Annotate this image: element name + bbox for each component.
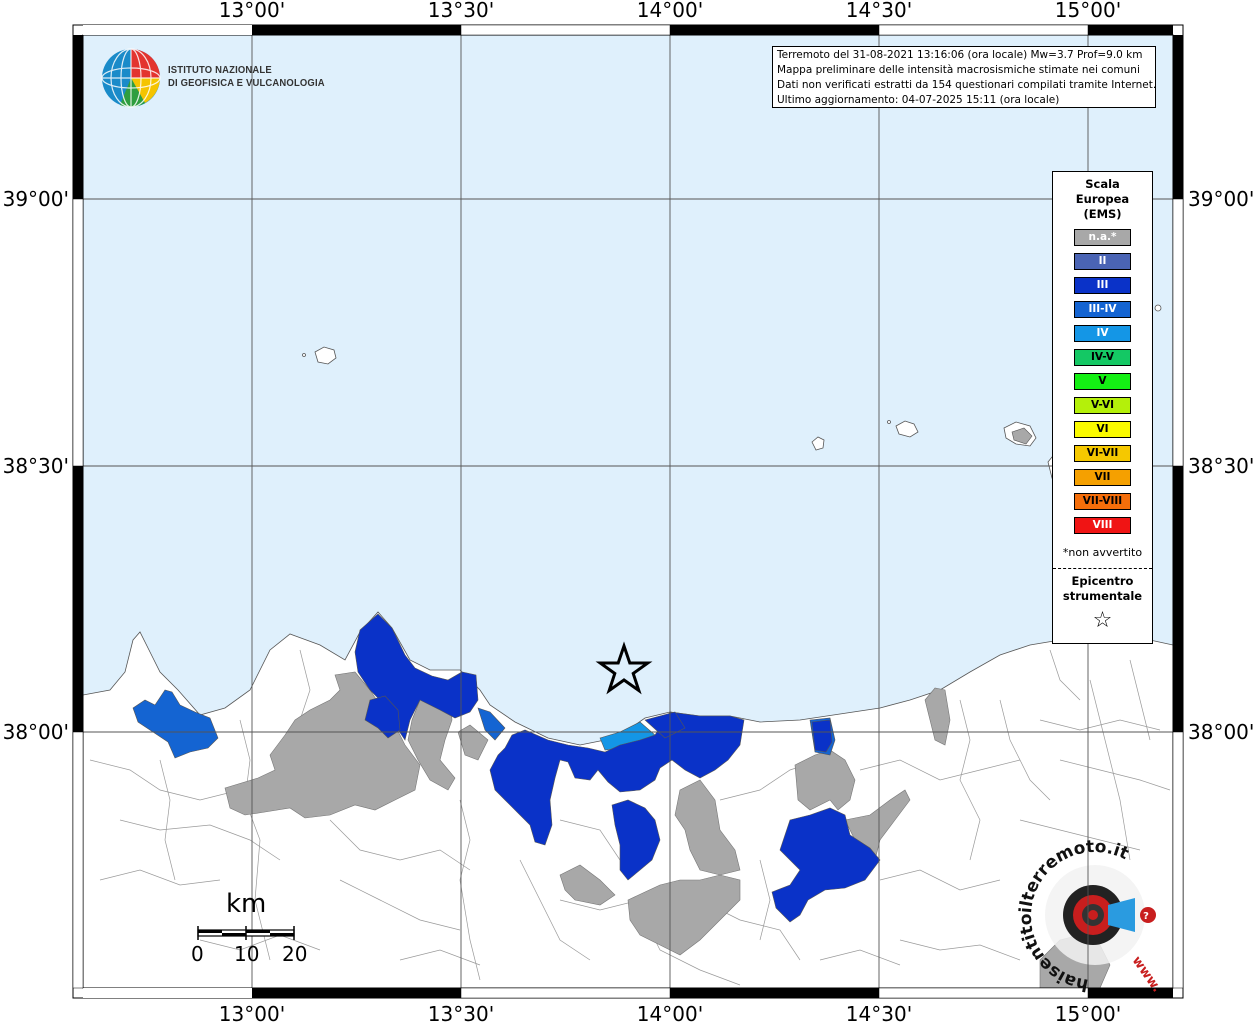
lon-label: 13°30' xyxy=(428,1002,494,1024)
event-info-box: Terremoto del 31-08-2021 13:16:06 (ora l… xyxy=(772,46,1156,108)
scale-bar-tick: 10 xyxy=(234,942,260,966)
logo-line-1: ISTITUTO NAZIONALE xyxy=(168,64,272,76)
svg-text:?: ? xyxy=(1143,911,1149,922)
info-line-4: Ultimo aggiornamento: 04-07-2025 15:11 (… xyxy=(777,94,1060,106)
lon-label: 14°30' xyxy=(846,0,912,22)
lon-label: 14°30' xyxy=(846,1002,912,1024)
scale-bar-tick: 0 xyxy=(191,942,204,966)
lon-label: 13°30' xyxy=(428,0,494,22)
legend-note: *non avvertito xyxy=(1062,546,1143,559)
lon-label: 14°00' xyxy=(637,0,703,22)
lon-labels-bottom: 13°00' 13°30' 14°00' 14°30' 15°00' xyxy=(219,1002,1121,1026)
lat-label: 39°00' xyxy=(1188,187,1254,211)
legend-epicenter-label: Epicentro strumentale xyxy=(1053,574,1152,604)
legend-title-line: (EMS) xyxy=(1083,207,1122,221)
lon-label: 13°00' xyxy=(219,0,285,22)
legend-swatch: IV-V xyxy=(1074,349,1131,366)
legend-title-line: Scala xyxy=(1085,177,1120,191)
legend-swatch: IV xyxy=(1074,325,1131,342)
islet xyxy=(302,353,306,357)
info-line-3: Dati non verificati estratti da 154 ques… xyxy=(777,79,1156,91)
logo-line-2: DI GEOFISICA E VULCANOLOGIA xyxy=(168,77,325,89)
ems-legend: Scala Europea (EMS) n.a.* II III III-IV IV IV… xyxy=(1052,171,1153,644)
legend-swatch: II xyxy=(1074,253,1131,270)
epicenter-star-icon: ☆ xyxy=(1092,608,1113,633)
lon-label: 14°00' xyxy=(637,1002,703,1024)
islet xyxy=(887,420,891,424)
info-line-1: Terremoto del 31-08-2021 13:16:06 (ora l… xyxy=(777,49,1143,61)
epicenter-label-line: Epicentro xyxy=(1071,574,1134,588)
lon-label: 13°00' xyxy=(219,1002,285,1024)
ingv-logo-text: ISTITUTO NAZIONALE DI GEOFISICA E VULCAN… xyxy=(168,64,325,90)
lat-label: 38°00' xyxy=(1188,720,1254,744)
lon-labels-top: 13°00' 13°30' 14°00' 14°30' 15°00' xyxy=(219,0,1121,22)
island-stromboli xyxy=(1154,304,1162,312)
scale-bar-tick: 20 xyxy=(282,942,308,966)
legend-title: Scala Europea (EMS) xyxy=(1053,177,1152,222)
legend-swatch: n.a.* xyxy=(1074,229,1131,246)
macroseismic-map: ? 13°00' 13°30' 14°00' 14°30' 15°00' 13°… xyxy=(0,0,1255,1026)
scale-bar-unit: km xyxy=(226,889,267,919)
lat-label: 38°30' xyxy=(1188,454,1254,478)
legend-title-line: Europea xyxy=(1075,192,1130,206)
legend-swatch: V xyxy=(1074,373,1131,390)
legend-swatch: VI-VII xyxy=(1074,445,1131,462)
lat-labels-right: 39°00' 38°30' 38°00' xyxy=(1188,187,1254,744)
legend-separator xyxy=(1053,568,1152,569)
legend-swatch: VI xyxy=(1074,421,1131,438)
legend-swatch: III-IV xyxy=(1074,301,1131,318)
lat-labels-left: 39°00' 38°30' 38°00' xyxy=(3,187,69,744)
lon-label: 15°00' xyxy=(1055,1002,1121,1024)
legend-swatch: VIII xyxy=(1074,517,1131,534)
epicenter-label-line: strumentale xyxy=(1062,589,1143,603)
lat-label: 38°00' xyxy=(3,720,69,744)
info-line-2: Mappa preliminare delle intensità macros… xyxy=(777,64,1140,76)
lon-label: 15°00' xyxy=(1055,0,1121,22)
lat-label: 39°00' xyxy=(3,187,69,211)
legend-swatch: VII-VIII xyxy=(1074,493,1131,510)
lat-label: 38°30' xyxy=(3,454,69,478)
legend-swatch: III xyxy=(1074,277,1131,294)
ingv-globe-icon xyxy=(101,48,161,108)
legend-swatch: V-VI xyxy=(1074,397,1131,414)
legend-swatch: VII xyxy=(1074,469,1131,486)
